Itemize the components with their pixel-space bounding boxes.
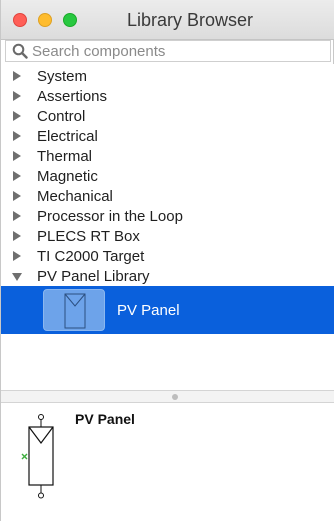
tree-item-system[interactable]: System bbox=[1, 66, 334, 86]
library-browser-window: Library Browser System Assertions Contro… bbox=[0, 0, 334, 521]
disclosure-triangle-icon[interactable] bbox=[13, 191, 21, 201]
pv-panel-symbol-icon bbox=[21, 414, 54, 499]
tree-item-assertions[interactable]: Assertions bbox=[1, 86, 334, 106]
tree-item-label: TI C2000 Target bbox=[37, 248, 145, 265]
tree-item-control[interactable]: Control bbox=[1, 106, 334, 126]
tree-item-label: Control bbox=[37, 108, 86, 125]
disclosure-triangle-icon[interactable] bbox=[13, 211, 21, 221]
splitter-handle[interactable] bbox=[172, 394, 178, 400]
library-tree[interactable]: System Assertions Control Electrical The… bbox=[1, 64, 334, 390]
disclosure-triangle-icon[interactable] bbox=[13, 111, 21, 121]
disclosure-triangle-icon[interactable] bbox=[13, 71, 21, 81]
panel-splitter[interactable] bbox=[1, 390, 334, 403]
tree-item-label: Electrical bbox=[37, 128, 98, 145]
search-field[interactable] bbox=[5, 40, 331, 62]
preview-title: PV Panel bbox=[75, 411, 135, 427]
disclosure-triangle-expanded-icon[interactable] bbox=[12, 273, 22, 281]
tree-item-plecs-rt-box[interactable]: PLECS RT Box bbox=[1, 226, 334, 246]
title-bar[interactable]: Library Browser bbox=[1, 0, 334, 40]
window-title: Library Browser bbox=[126, 10, 254, 30]
tree-item-label: System bbox=[37, 68, 88, 85]
disclosure-triangle-icon[interactable] bbox=[13, 231, 21, 241]
tree-item-label: PV Panel bbox=[117, 302, 180, 319]
disclosure-triangle-icon[interactable] bbox=[13, 91, 21, 101]
disclosure-triangle-icon[interactable] bbox=[13, 251, 21, 261]
search-icon bbox=[12, 43, 28, 59]
tree-item-label: PLECS RT Box bbox=[37, 228, 140, 245]
search-input[interactable] bbox=[32, 41, 326, 61]
tree-item-label: PV Panel Library bbox=[37, 268, 150, 285]
tree-item-mechanical[interactable]: Mechanical bbox=[1, 186, 334, 206]
tree-item-ti-c2000-target[interactable]: TI C2000 Target bbox=[1, 246, 334, 266]
tree-item-label: Assertions bbox=[37, 88, 108, 105]
disclosure-triangle-icon[interactable] bbox=[13, 151, 21, 161]
tree-item-label: Thermal bbox=[37, 148, 93, 165]
tree-item-pv-panel-selected[interactable]: PV Panel bbox=[1, 286, 334, 334]
disclosure-triangle-icon[interactable] bbox=[13, 131, 21, 141]
tree-item-processor-in-the-loop[interactable]: Processor in the Loop bbox=[1, 206, 334, 226]
tree-item-thermal[interactable]: Thermal bbox=[1, 146, 334, 166]
tree-item-label: Processor in the Loop bbox=[37, 208, 183, 225]
tree-item-magnetic[interactable]: Magnetic bbox=[1, 166, 334, 186]
tree-item-label: Mechanical bbox=[37, 188, 113, 205]
pv-panel-icon bbox=[43, 289, 105, 331]
tree-item-pv-panel-library[interactable]: PV Panel Library bbox=[1, 266, 334, 286]
tree-item-electrical[interactable]: Electrical bbox=[1, 126, 334, 146]
disclosure-triangle-icon[interactable] bbox=[13, 171, 21, 181]
component-preview-pane: PV Panel bbox=[1, 403, 334, 521]
tree-item-label: Magnetic bbox=[37, 168, 98, 185]
